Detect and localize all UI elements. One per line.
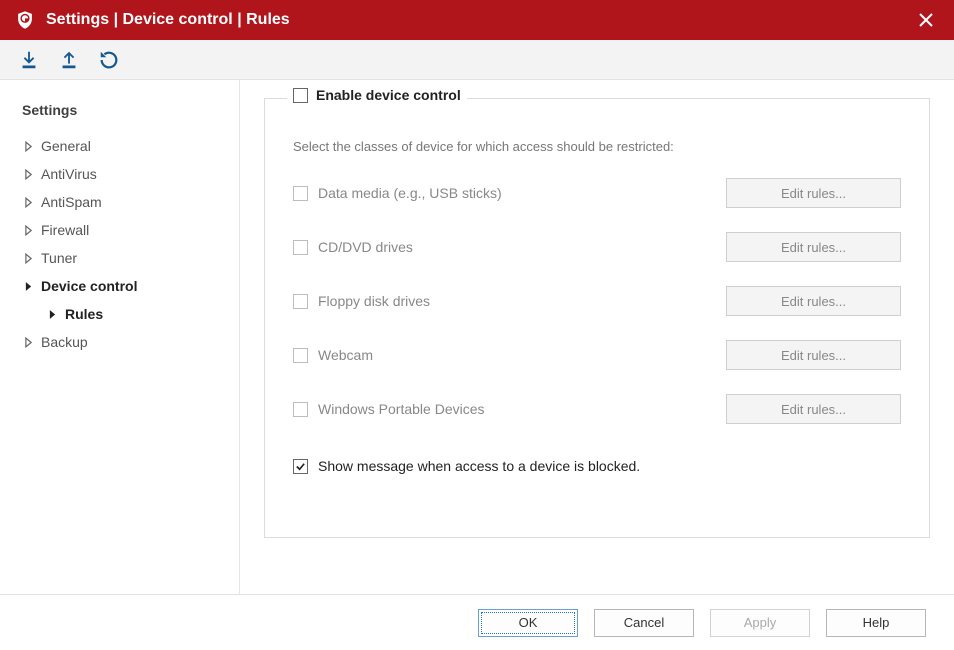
reset-icon[interactable]: [96, 47, 122, 73]
edit-rules-button-data-media[interactable]: Edit rules...: [726, 178, 901, 208]
titlebar: Settings | Device control | Rules: [0, 0, 954, 40]
chevron-right-icon: [48, 307, 57, 321]
apply-button[interactable]: Apply: [710, 609, 810, 637]
chevron-right-icon: [24, 167, 33, 181]
sidebar-item-label: AntiSpam: [41, 194, 102, 210]
show-message-checkbox[interactable]: [293, 459, 308, 474]
device-label: Data media (e.g., USB sticks): [318, 185, 502, 201]
edit-rules-button-webcam[interactable]: Edit rules...: [726, 340, 901, 370]
device-label: CD/DVD drives: [318, 239, 413, 255]
groupbox-legend[interactable]: Enable device control: [287, 87, 467, 103]
show-message-label: Show message when access to a device is …: [318, 458, 640, 474]
chevron-right-icon: [24, 251, 33, 265]
ok-button[interactable]: OK: [478, 609, 578, 637]
sidebar-item-label: Tuner: [41, 250, 77, 266]
device-row-data-media: Data media (e.g., USB sticks) Edit rules…: [293, 178, 901, 208]
sidebar-item-rules[interactable]: Rules: [46, 300, 225, 328]
chevron-right-icon: [24, 139, 33, 153]
device-label: Floppy disk drives: [318, 293, 430, 309]
export-icon[interactable]: [56, 47, 82, 73]
help-button[interactable]: Help: [826, 609, 926, 637]
sidebar-item-label: AntiVirus: [41, 166, 97, 182]
enable-device-control-checkbox[interactable]: [293, 88, 308, 103]
device-label: Webcam: [318, 347, 373, 363]
sidebar-item-tuner[interactable]: Tuner: [22, 244, 225, 272]
sidebar-item-firewall[interactable]: Firewall: [22, 216, 225, 244]
device-control-groupbox: Enable device control Select the classes…: [264, 98, 930, 538]
sidebar-item-label: Rules: [65, 306, 103, 322]
sidebar-sub-device-control: Rules: [46, 300, 225, 328]
device-checkbox-cddvd[interactable]: [293, 240, 308, 255]
window-title: Settings | Device control | Rules: [46, 11, 910, 29]
toolbar: [0, 40, 954, 80]
sidebar-item-antivirus[interactable]: AntiVirus: [22, 160, 225, 188]
device-checkbox-data-media[interactable]: [293, 186, 308, 201]
enable-device-control-label: Enable device control: [316, 87, 461, 103]
sidebar-item-antispam[interactable]: AntiSpam: [22, 188, 225, 216]
device-row-webcam: Webcam Edit rules...: [293, 340, 901, 370]
device-row-floppy: Floppy disk drives Edit rules...: [293, 286, 901, 316]
chevron-right-icon: [24, 335, 33, 349]
device-checkbox-webcam[interactable]: [293, 348, 308, 363]
sidebar-item-backup[interactable]: Backup: [22, 328, 225, 356]
edit-rules-button-floppy[interactable]: Edit rules...: [726, 286, 901, 316]
sidebar-item-general[interactable]: General: [22, 132, 225, 160]
device-row-cddvd: CD/DVD drives Edit rules...: [293, 232, 901, 262]
cancel-button[interactable]: Cancel: [594, 609, 694, 637]
content-panel: Enable device control Select the classes…: [240, 80, 954, 594]
sidebar-item-device-control[interactable]: Device control: [22, 272, 225, 300]
edit-rules-button-wpd[interactable]: Edit rules...: [726, 394, 901, 424]
sidebar-item-label: Backup: [41, 334, 88, 350]
device-checkbox-wpd[interactable]: [293, 402, 308, 417]
groupbox-description: Select the classes of device for which a…: [293, 139, 901, 154]
sidebar: Settings General AntiVirus AntiSpam Fire…: [0, 80, 240, 594]
sidebar-item-label: Device control: [41, 278, 137, 294]
device-checkbox-floppy[interactable]: [293, 294, 308, 309]
sidebar-item-label: Firewall: [41, 222, 89, 238]
body: Settings General AntiVirus AntiSpam Fire…: [0, 80, 954, 594]
chevron-right-icon: [24, 279, 33, 293]
edit-rules-button-cddvd[interactable]: Edit rules...: [726, 232, 901, 262]
chevron-right-icon: [24, 223, 33, 237]
sidebar-item-label: General: [41, 138, 91, 154]
footer: OK Cancel Apply Help: [0, 594, 954, 650]
device-label: Windows Portable Devices: [318, 401, 485, 417]
chevron-right-icon: [24, 195, 33, 209]
close-icon[interactable]: [910, 4, 942, 36]
show-message-row[interactable]: Show message when access to a device is …: [293, 458, 901, 474]
app-shield-icon: [14, 9, 36, 31]
import-icon[interactable]: [16, 47, 42, 73]
sidebar-heading: Settings: [22, 102, 225, 118]
device-row-wpd: Windows Portable Devices Edit rules...: [293, 394, 901, 424]
